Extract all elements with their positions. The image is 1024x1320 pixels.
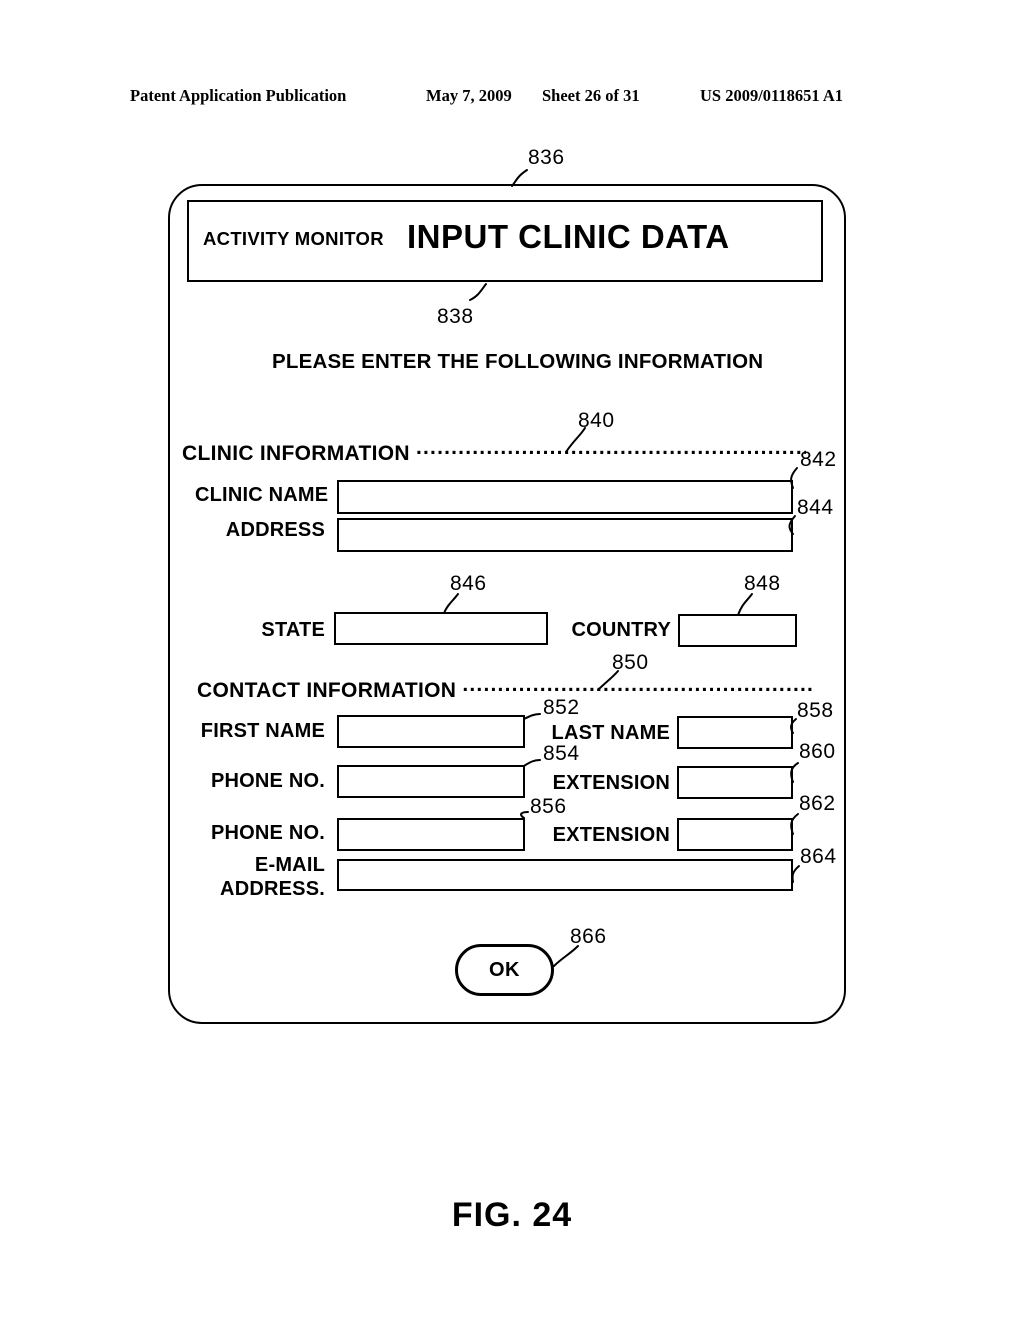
email-address-label-line2: ADDRESS.: [220, 878, 325, 900]
ref-numeral-842: 842: [800, 448, 837, 471]
activity-monitor-label: ACTIVITY MONITOR: [203, 228, 384, 249]
ref-numeral-844: 844: [797, 496, 834, 519]
extension-1-label: EXTENSION: [552, 772, 670, 794]
extension-2-input[interactable]: [677, 818, 793, 851]
contact-information-label: CONTACT INFORMATION: [197, 679, 457, 702]
ref-numeral-856: 856: [530, 795, 567, 818]
ref-numeral-862: 862: [799, 792, 836, 815]
dialog-title-bar: ACTIVITY MONITOR INPUT CLINIC DATA: [187, 200, 823, 282]
ref-numeral-852: 852: [543, 696, 580, 719]
ref-numeral-858: 858: [797, 699, 834, 722]
country-label: COUNTRY: [571, 619, 671, 641]
extension-1-input[interactable]: [677, 766, 793, 799]
country-input[interactable]: [678, 614, 797, 647]
address-label: ADDRESS: [225, 519, 325, 541]
ref-numeral-860: 860: [799, 740, 836, 763]
contact-information-heading: CONTACT INFORMATION ....................…: [197, 673, 812, 703]
ref-numeral-854: 854: [543, 742, 580, 765]
clinic-information-heading: CLINIC INFORMATION .....................…: [182, 436, 806, 466]
clinic-name-input[interactable]: [337, 480, 793, 514]
ref-numeral-850: 850: [612, 651, 649, 674]
phone-no-2-label: PHONE NO.: [210, 822, 325, 844]
patent-number: US 2009/0118651 A1: [700, 86, 844, 105]
first-name-label: FIRST NAME: [200, 720, 325, 742]
ref-numeral-836: 836: [528, 146, 565, 169]
sheet-number: Sheet 26 of 31: [542, 86, 640, 105]
email-address-input[interactable]: [337, 859, 793, 891]
ok-button[interactable]: OK: [455, 944, 554, 996]
state-input[interactable]: [334, 612, 548, 645]
ref-numeral-864: 864: [800, 845, 837, 868]
phone-no-1-input[interactable]: [337, 765, 525, 798]
clinic-name-label: CLINIC NAME: [195, 484, 329, 506]
first-name-input[interactable]: [337, 715, 525, 748]
ok-button-label: OK: [489, 958, 520, 981]
ref-numeral-846: 846: [450, 572, 487, 595]
publication-label: Patent Application Publication: [130, 86, 347, 105]
ref-numeral-840: 840: [578, 409, 615, 432]
publication-date: May 7, 2009: [426, 86, 512, 105]
page-header: Patent Application Publication May 7, 20…: [130, 86, 894, 110]
clinic-information-leader-dots: ........................................…: [415, 436, 806, 459]
clinic-information-label: CLINIC INFORMATION: [182, 442, 410, 465]
state-label: STATE: [261, 619, 325, 641]
dialog-title: INPUT CLINIC DATA: [407, 218, 730, 255]
extension-2-label: EXTENSION: [552, 824, 670, 846]
ref-numeral-848: 848: [744, 572, 781, 595]
address-input[interactable]: [337, 518, 793, 552]
instruction-text: PLEASE ENTER THE FOLLOWING INFORMATION: [272, 350, 764, 373]
ref-numeral-838: 838: [437, 305, 474, 328]
phone-no-2-input[interactable]: [337, 818, 525, 851]
figure-caption: FIG. 24: [451, 1196, 573, 1234]
contact-information-leader-dots: ........................................…: [462, 673, 812, 696]
email-address-label-line1: E-MAIL: [254, 854, 325, 876]
phone-no-1-label: PHONE NO.: [210, 770, 325, 792]
last-name-input[interactable]: [677, 716, 793, 749]
ref-numeral-866: 866: [570, 925, 607, 948]
